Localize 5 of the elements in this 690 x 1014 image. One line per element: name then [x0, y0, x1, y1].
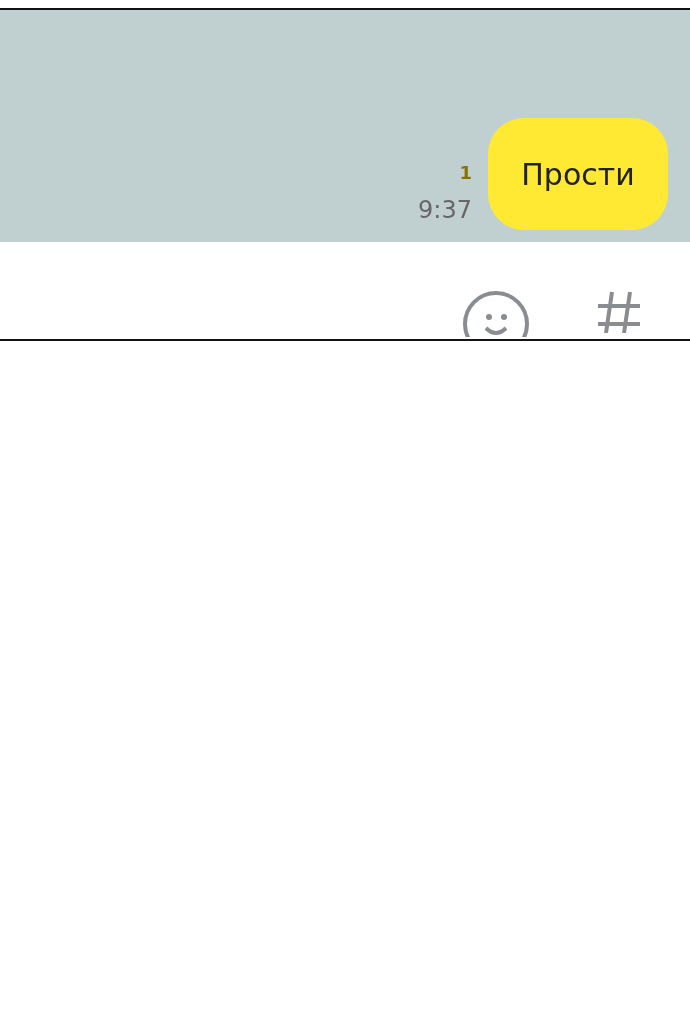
hashtag-icon[interactable] — [596, 290, 642, 333]
message-time: 9:37 — [418, 198, 472, 222]
unread-count: 1 — [459, 164, 472, 182]
message-bubble: Прости — [488, 118, 668, 230]
emoji-icon[interactable] — [462, 290, 530, 337]
